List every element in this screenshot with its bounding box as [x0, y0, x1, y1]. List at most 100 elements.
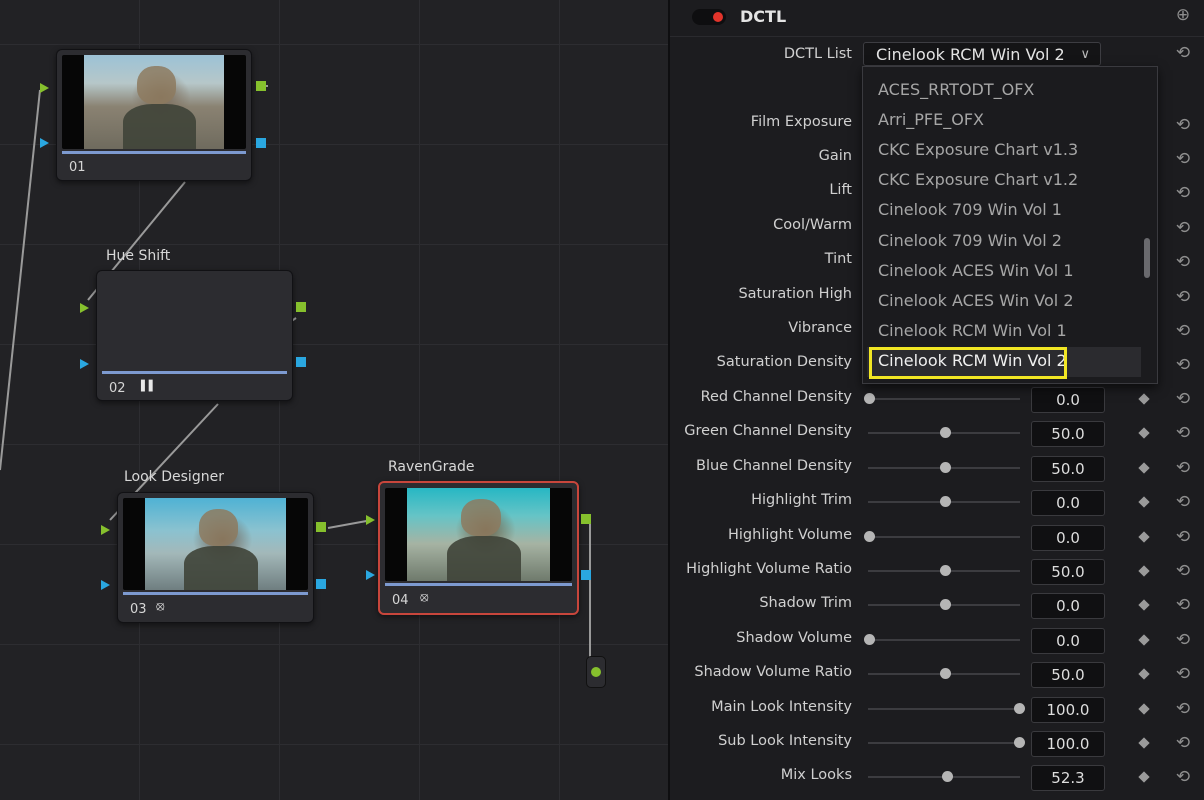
- reset-icon[interactable]: ⟲: [1174, 459, 1192, 477]
- param-slider[interactable]: [868, 638, 1020, 641]
- node-02-rgb-input[interactable]: [80, 303, 89, 313]
- slider-handle[interactable]: [864, 393, 875, 404]
- node-04-rgb-input[interactable]: [366, 515, 375, 525]
- dctl-list-select[interactable]: Cinelook RCM Win Vol 2 ∨: [863, 42, 1101, 66]
- param-value-field[interactable]: 50.0: [1031, 559, 1105, 585]
- node-02-alpha-output[interactable]: [296, 357, 306, 367]
- slider-handle[interactable]: [864, 530, 875, 542]
- reset-icon[interactable]: ⟲: [1174, 700, 1192, 718]
- node-03[interactable]: 03 ⦻: [117, 492, 314, 623]
- dropdown-option[interactable]: CKC Exposure Chart v1.2: [878, 170, 1078, 189]
- reset-icon[interactable]: ⟲: [1174, 150, 1192, 168]
- reset-icon[interactable]: ⟲: [1174, 493, 1192, 511]
- reset-icon[interactable]: ⟲: [1174, 734, 1192, 752]
- param-value-field[interactable]: 0.0: [1031, 593, 1105, 620]
- reset-icon[interactable]: ⟲: [1174, 356, 1192, 374]
- param-value-field[interactable]: 0.0: [1031, 627, 1105, 654]
- keyframe-diamond-icon[interactable]: [1138, 393, 1150, 405]
- slider-handle[interactable]: [1014, 737, 1025, 748]
- node-editor[interactable]: 01 Hue Shift 02 ▐▐ Look Designer 03 ⦻ Ra…: [0, 0, 668, 800]
- keyframe-diamond-icon[interactable]: [1138, 668, 1150, 680]
- reset-icon[interactable]: ⟲: [1174, 44, 1192, 62]
- node-01-rgb-output[interactable]: [256, 81, 266, 91]
- node-01-alpha-input[interactable]: [40, 138, 49, 148]
- node-04-alpha-output[interactable]: [581, 570, 591, 580]
- node-02-rgb-output[interactable]: [296, 302, 306, 312]
- reset-icon[interactable]: ⟲: [1174, 424, 1192, 442]
- param-slider[interactable]: [868, 398, 1020, 400]
- reset-icon[interactable]: ⟲: [1174, 665, 1192, 683]
- slider-handle[interactable]: [940, 668, 951, 680]
- add-icon[interactable]: ⊕: [1174, 6, 1192, 24]
- reset-icon[interactable]: ⟲: [1174, 116, 1192, 134]
- slider-handle[interactable]: [942, 771, 953, 783]
- keyframe-diamond-icon[interactable]: [1138, 530, 1150, 543]
- slider-handle[interactable]: [940, 461, 951, 473]
- reset-icon[interactable]: ⟲: [1174, 390, 1192, 408]
- dctl-enable-toggle[interactable]: [692, 9, 726, 25]
- node-01-alpha-output[interactable]: [256, 138, 266, 148]
- reset-icon[interactable]: ⟲: [1174, 631, 1192, 649]
- dropdown-option[interactable]: Cinelook ACES Win Vol 2: [878, 291, 1074, 310]
- dropdown-scrollbar[interactable]: [1144, 238, 1150, 278]
- node-02[interactable]: 02 ▐▐: [96, 270, 293, 401]
- param-slider[interactable]: [868, 707, 1020, 710]
- slider-handle[interactable]: [940, 599, 951, 611]
- node-03-alpha-output[interactable]: [316, 579, 326, 589]
- node-03-title: Look Designer: [124, 469, 224, 485]
- dropdown-option[interactable]: ACES_RRTODT_OFX: [878, 80, 1034, 99]
- keyframe-diamond-icon[interactable]: [1138, 702, 1150, 715]
- reset-icon[interactable]: ⟲: [1174, 528, 1192, 546]
- reset-icon[interactable]: ⟲: [1174, 596, 1192, 614]
- reset-icon[interactable]: ⟲: [1174, 288, 1192, 306]
- node-03-alpha-input[interactable]: [101, 580, 110, 590]
- keyframe-diamond-icon[interactable]: [1138, 496, 1150, 508]
- param-value-field[interactable]: 100.0: [1031, 696, 1105, 723]
- param-value-field[interactable]: 50.0: [1031, 455, 1105, 482]
- link-source-01: [0, 89, 41, 471]
- node-03-rgb-input[interactable]: [101, 525, 110, 535]
- slider-handle[interactable]: [864, 633, 875, 645]
- keyframe-diamond-icon[interactable]: [1138, 427, 1150, 440]
- node-04[interactable]: 04 ⦻: [378, 481, 579, 615]
- param-value-field[interactable]: 0.0: [1031, 490, 1105, 517]
- slider-handle[interactable]: [940, 427, 951, 439]
- slider-handle[interactable]: [1014, 702, 1025, 714]
- keyframe-diamond-icon[interactable]: [1138, 737, 1150, 749]
- dropdown-option[interactable]: Cinelook ACES Win Vol 1: [878, 261, 1074, 280]
- dropdown-option[interactable]: Cinelook 709 Win Vol 2: [878, 231, 1062, 250]
- dropdown-option[interactable]: Cinelook 709 Win Vol 1: [878, 200, 1062, 219]
- node-04-rgb-output[interactable]: [581, 514, 591, 524]
- keyframe-diamond-icon[interactable]: [1138, 634, 1150, 646]
- reset-icon[interactable]: ⟲: [1174, 768, 1192, 786]
- param-value-field[interactable]: 50.0: [1031, 662, 1105, 689]
- reset-icon[interactable]: ⟲: [1174, 184, 1192, 202]
- param-value-field[interactable]: 0.0: [1031, 524, 1105, 551]
- param-value-field[interactable]: 50.0: [1031, 421, 1105, 448]
- dropdown-option[interactable]: Arri_PFE_OFX: [878, 110, 984, 129]
- reset-icon[interactable]: ⟲: [1174, 562, 1192, 580]
- param-value-field[interactable]: 52.3: [1031, 765, 1105, 792]
- dropdown-option[interactable]: Cinelook RCM Win Vol 1: [878, 321, 1067, 340]
- reset-icon[interactable]: ⟲: [1174, 322, 1192, 340]
- node-03-rgb-output[interactable]: [316, 522, 326, 532]
- slider-handle[interactable]: [940, 565, 951, 576]
- dctl-list-dropdown[interactable]: ACES_RRTODT_OFX Arri_PFE_OFX CKC Exposure …: [862, 66, 1158, 384]
- node-01[interactable]: 01: [56, 49, 252, 181]
- param-value-field[interactable]: 100.0: [1031, 731, 1105, 757]
- keyframe-diamond-icon[interactable]: [1138, 565, 1150, 577]
- param-slider[interactable]: [868, 535, 1020, 538]
- node-01-rgb-input[interactable]: [40, 83, 49, 93]
- param-slider[interactable]: [868, 742, 1020, 744]
- keyframe-diamond-icon[interactable]: [1138, 599, 1150, 612]
- timeline-output-node[interactable]: [586, 656, 606, 688]
- node-02-alpha-input[interactable]: [80, 359, 89, 369]
- slider-handle[interactable]: [940, 496, 951, 508]
- dropdown-option[interactable]: CKC Exposure Chart v1.3: [878, 140, 1078, 159]
- param-value-field[interactable]: 0.0: [1031, 387, 1105, 413]
- keyframe-diamond-icon[interactable]: [1138, 771, 1150, 784]
- node-04-alpha-input[interactable]: [366, 570, 375, 580]
- reset-icon[interactable]: ⟲: [1174, 219, 1192, 237]
- keyframe-diamond-icon[interactable]: [1138, 462, 1150, 474]
- reset-icon[interactable]: ⟲: [1174, 253, 1192, 271]
